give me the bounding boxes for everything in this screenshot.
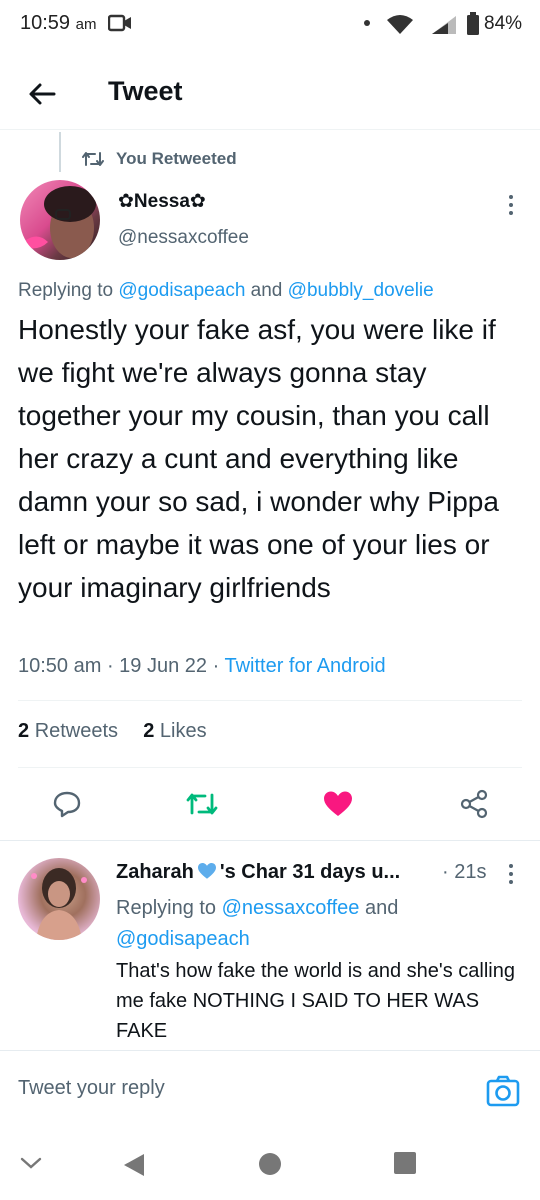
clock-ampm: am <box>75 16 97 33</box>
mention-link[interactable]: @bubbly_dovelie <box>288 280 434 301</box>
replying-and: and <box>359 897 399 919</box>
meta-separator: · <box>207 655 225 677</box>
camera-icon[interactable] <box>486 1075 520 1107</box>
like-button[interactable] <box>320 786 356 822</box>
reply-button[interactable] <box>49 786 85 822</box>
meta-separator: · <box>101 655 120 677</box>
video-camera-icon <box>108 14 131 32</box>
retweets-stat[interactable]: 2 Retweets <box>18 720 118 742</box>
author-handle[interactable]: @nessaxcoffee <box>118 227 249 249</box>
divider <box>18 767 522 768</box>
retweet-context-label: You Retweeted <box>116 149 237 168</box>
more-options-icon[interactable] <box>505 862 517 886</box>
status-bar: 10:59 am 84% <box>0 0 540 52</box>
avatar-image <box>26 186 96 258</box>
home-circle-icon[interactable] <box>258 1152 282 1176</box>
tweet-date: 19 Jun 22 <box>119 655 208 677</box>
tweet-source-link[interactable]: Twitter for Android <box>224 655 385 677</box>
back-triangle-icon[interactable] <box>122 1152 146 1178</box>
replying-prefix: Replying to <box>116 897 222 919</box>
page-title: Tweet <box>108 76 183 106</box>
mention-link[interactable]: @nessaxcoffee <box>222 897 360 919</box>
replying-prefix: Replying to <box>18 280 119 301</box>
notification-dot-icon <box>364 20 370 26</box>
system-nav-bar <box>0 1134 540 1200</box>
battery-percent: 84% <box>484 13 523 34</box>
replying-and: and <box>245 280 288 301</box>
reply-time: · 21s <box>442 861 487 883</box>
clock-time: 10:59 <box>20 12 71 34</box>
tweet-text: Honestly your fake asf, you were like if… <box>18 314 499 603</box>
replying-to: Replying to @godisapeach and @bubbly_dov… <box>18 280 434 302</box>
tweet-timestamp: 10:50 am · 19 Jun 22 · Twitter for Andro… <box>18 655 386 678</box>
mention-link[interactable]: @godisapeach <box>116 928 250 950</box>
retweet-icon <box>186 793 218 815</box>
recents-square-icon[interactable] <box>394 1152 416 1174</box>
thread-line <box>59 132 61 172</box>
reply-name-part: 's Char 31 days u... <box>219 861 401 883</box>
likes-label: Likes <box>159 720 207 742</box>
tweet-time: 10:50 am <box>18 655 102 677</box>
section-divider <box>0 840 540 841</box>
reply-name-part: Zaharah <box>116 861 194 883</box>
reply-replying-to: Replying to @nessaxcoffee and @godisapeac… <box>116 893 516 955</box>
share-icon <box>460 789 488 819</box>
tweet-stats: 2 Retweets 2 Likes <box>18 720 207 743</box>
retweet-context[interactable]: You Retweeted <box>82 146 237 172</box>
divider <box>18 700 522 701</box>
mention-link[interactable]: @godisapeach <box>118 280 245 301</box>
blue-heart-icon <box>197 862 216 879</box>
comment-icon <box>53 791 81 818</box>
reply-text: That's how fake the world is and she's c… <box>116 960 515 1042</box>
likes-count: 2 <box>143 720 155 742</box>
wifi-icon <box>387 15 413 34</box>
heart-icon <box>324 791 352 816</box>
battery-icon <box>467 12 479 35</box>
avatar[interactable] <box>20 180 100 260</box>
app-header: Tweet <box>0 58 540 130</box>
likes-stat[interactable]: 2 Likes <box>143 720 206 742</box>
more-options-icon[interactable] <box>505 193 517 217</box>
reply-input[interactable]: Tweet your reply <box>18 1077 165 1100</box>
reply-composer: Tweet your reply <box>0 1050 540 1134</box>
retweet-icon <box>82 152 104 166</box>
retweets-label: Retweets <box>34 720 119 742</box>
arrow-left-icon[interactable] <box>24 76 60 112</box>
reply-author-name[interactable]: Zaharah 's Char 31 days u... <box>116 861 400 884</box>
avatar-image <box>31 868 87 940</box>
share-button[interactable] <box>456 786 492 822</box>
cell-signal-icon <box>432 16 456 34</box>
author-display-name[interactable]: ⁡✿Nessa✿⁡ <box>118 190 206 213</box>
retweets-count: 2 <box>18 720 30 742</box>
tweet-actions <box>0 782 540 826</box>
retweet-button[interactable] <box>184 786 220 822</box>
chevron-down-icon[interactable] <box>20 1156 42 1170</box>
status-time: 10:59 am <box>20 12 96 35</box>
avatar[interactable] <box>18 858 100 940</box>
